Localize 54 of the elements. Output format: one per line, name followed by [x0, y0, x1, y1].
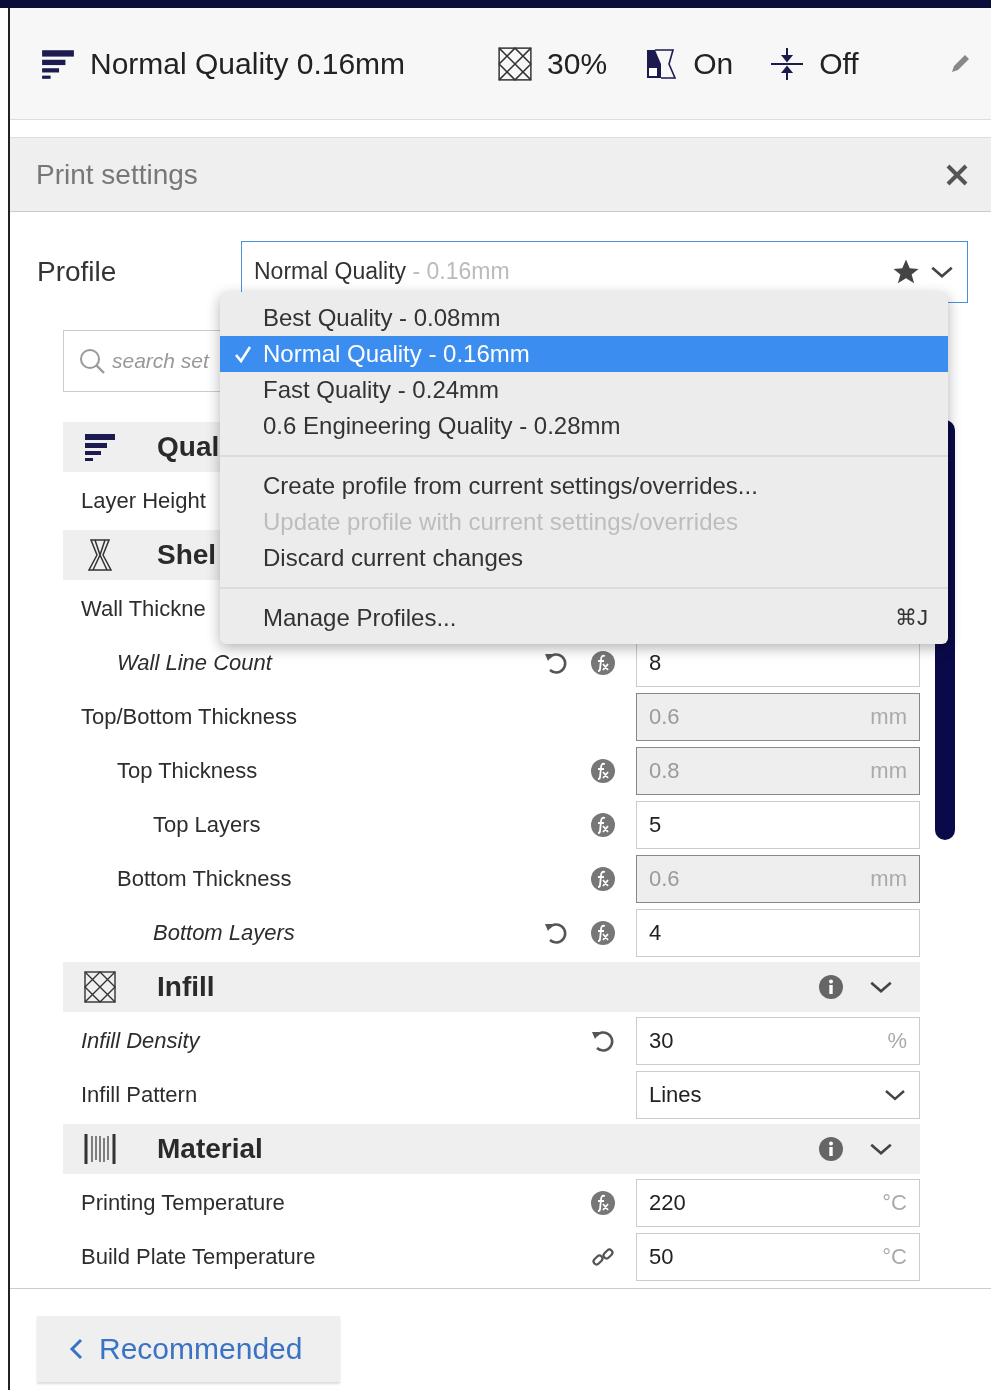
- setting-label: Build Plate Temperature: [80, 1244, 316, 1270]
- function-icon[interactable]: [590, 866, 616, 892]
- shortcut-label: ⌘J: [895, 605, 928, 631]
- setting-label: Infill Density: [80, 1028, 200, 1054]
- value-field[interactable]: 4: [636, 909, 920, 957]
- menu-item[interactable]: 0.6 Engineering Quality - 0.28mm: [220, 408, 948, 444]
- reset-icon[interactable]: [543, 650, 569, 676]
- reset-icon[interactable]: [543, 920, 569, 946]
- category-header[interactable]: Material: [63, 1124, 920, 1174]
- menu-item[interactable]: Fast Quality - 0.24mm: [220, 372, 948, 408]
- panel-title: Print settings: [36, 158, 198, 191]
- infill-summary[interactable]: 30%: [547, 46, 608, 81]
- setting-label: Top Layers: [152, 812, 261, 838]
- value-field[interactable]: 30 %: [636, 1017, 920, 1065]
- setting-label: Bottom Layers: [152, 920, 295, 946]
- support-summary[interactable]: On: [693, 46, 734, 81]
- profile-summary[interactable]: Normal Quality 0.16mm: [90, 46, 406, 81]
- search-icon: [78, 347, 106, 375]
- check-icon: [233, 344, 253, 364]
- category-header[interactable]: Infill: [63, 962, 920, 1012]
- profile-label: Profile: [37, 255, 118, 288]
- recommended-button[interactable]: Recommended: [37, 1316, 340, 1382]
- menu-item[interactable]: Discard current changes: [220, 540, 948, 576]
- close-icon[interactable]: [945, 162, 969, 187]
- infill-icon: [497, 45, 534, 82]
- function-icon[interactable]: [590, 1190, 616, 1216]
- menu-item[interactable]: Create profile from current settings/overrides...: [220, 468, 948, 504]
- setting-label: Infill Pattern: [80, 1082, 198, 1108]
- adhesion-icon: [769, 45, 806, 82]
- function-icon[interactable]: [590, 650, 616, 676]
- pattern-dropdown[interactable]: Lines: [636, 1071, 920, 1119]
- setting-label: Top Thickness: [116, 758, 258, 784]
- value-field[interactable]: 220 °C: [636, 1179, 920, 1227]
- setting-label: Wall Line Count: [116, 650, 272, 676]
- pencil-icon[interactable]: [949, 52, 971, 75]
- info-icon[interactable]: [818, 974, 844, 1000]
- infill-icon: [83, 970, 117, 1004]
- reset-icon[interactable]: [590, 1028, 616, 1054]
- setting-label: Wall Thickne: [80, 596, 206, 622]
- menu-item[interactable]: Manage Profiles... ⌘J: [220, 600, 948, 636]
- setting-label: Layer Height: [80, 488, 206, 514]
- info-icon[interactable]: [818, 1136, 844, 1162]
- function-icon[interactable]: [590, 812, 616, 838]
- value-field[interactable]: 5: [636, 801, 920, 849]
- adhesion-summary[interactable]: Off: [819, 46, 859, 81]
- lines-icon: [83, 1132, 117, 1166]
- value-field[interactable]: 50 °C: [636, 1233, 920, 1281]
- function-icon[interactable]: [590, 758, 616, 784]
- menu-item[interactable]: Best Quality - 0.08mm: [220, 300, 948, 336]
- setting-label: Bottom Thickness: [116, 866, 292, 892]
- setting-label: Top/Bottom Thickness: [80, 704, 298, 730]
- function-icon[interactable]: [590, 920, 616, 946]
- setting-label: Printing Temperature: [80, 1190, 285, 1216]
- chevron-left-icon: [67, 1337, 85, 1361]
